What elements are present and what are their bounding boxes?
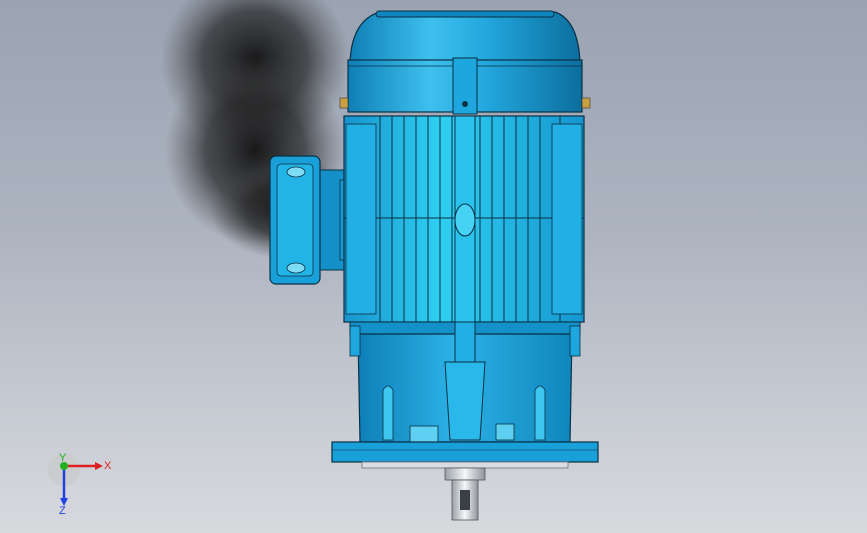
graphics-viewport[interactable]: X Z Y	[0, 0, 867, 533]
fan-cover[interactable]	[339, 10, 591, 115]
motor-model[interactable]	[0, 0, 867, 533]
output-shaft[interactable]	[361, 461, 569, 521]
z-axis-label: Z	[59, 505, 66, 517]
stator-body[interactable]	[343, 115, 585, 323]
coordinate-triad[interactable]: X Z Y	[40, 452, 120, 522]
x-axis-label: X	[104, 460, 112, 472]
y-axis-label: Y	[59, 452, 67, 464]
flange-housing[interactable]	[331, 321, 599, 463]
x-arrowhead	[95, 462, 103, 470]
